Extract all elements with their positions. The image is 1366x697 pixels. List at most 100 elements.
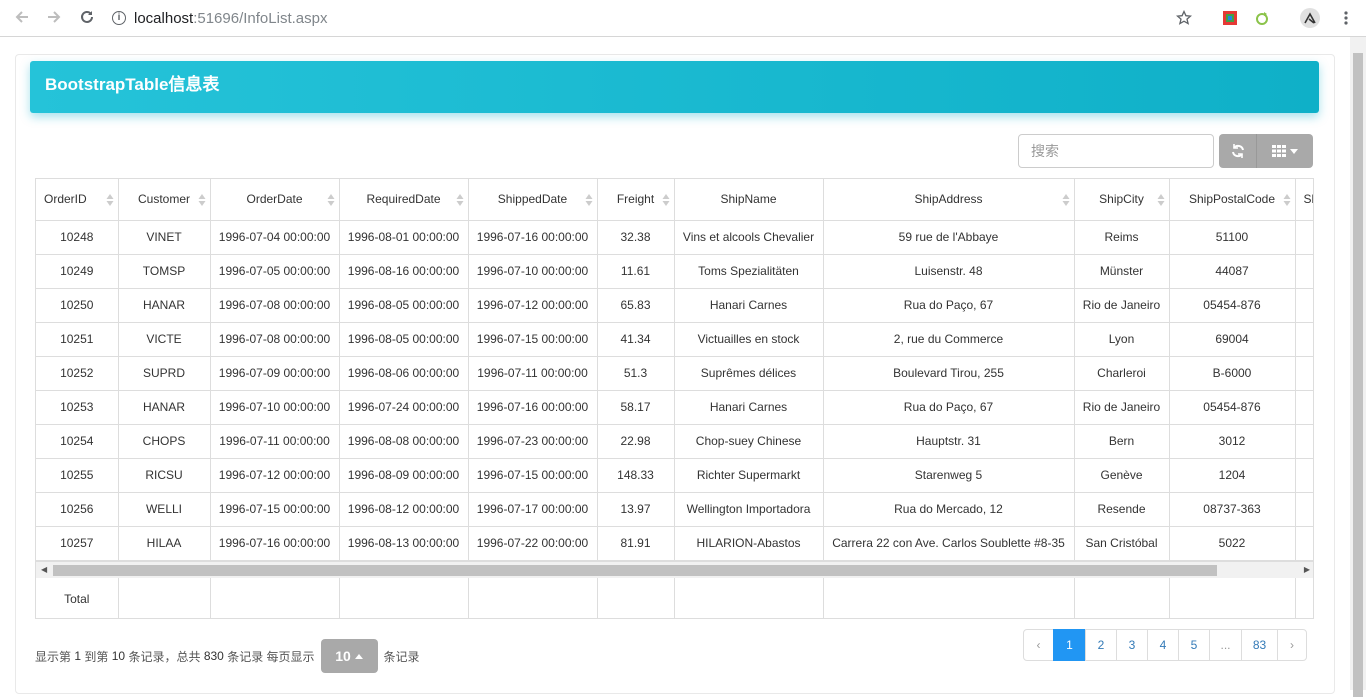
footer-cell: [823, 578, 1075, 618]
table-row[interactable]: 10251 VICTE 1996-07-08 00:00:00 1996-08-05 …: [36, 322, 1313, 357]
table-cell: 1996-07-12 00:00:00: [468, 288, 598, 323]
table-row[interactable]: 10256 WELLI 1996-07-15 00:00:00 1996-08-12 …: [36, 492, 1313, 527]
table-cell: Genève: [1074, 458, 1170, 493]
table-cell: 1996-07-10 00:00:00: [468, 254, 598, 289]
sort-icon: [456, 194, 463, 206]
table-cell: 1996-07-15 00:00:00: [468, 322, 598, 357]
page-button-83[interactable]: 83: [1241, 629, 1278, 661]
pagination-total: 830: [203, 649, 224, 663]
refresh-extension-icon[interactable]: [1250, 6, 1274, 30]
profile-avatar-icon[interactable]: [1298, 6, 1322, 30]
pagination-text: 显示第: [35, 649, 72, 664]
table-cell: 10250: [36, 288, 119, 323]
table-cell: 10254: [36, 424, 119, 459]
column-header[interactable]: ShipPostalCode: [1169, 179, 1296, 221]
sort-icon: [1157, 194, 1164, 206]
column-header[interactable]: ShipCity: [1074, 179, 1170, 221]
table-cell: Rua do Paço, 67: [823, 288, 1075, 323]
table-cell: 22.98: [597, 424, 675, 459]
table-cell: 1996-07-15 00:00:00: [468, 458, 598, 493]
table-row[interactable]: 10250 HANAR 1996-07-08 00:00:00 1996-08-05 …: [36, 288, 1313, 323]
table-row[interactable]: 10252 SUPRD 1996-07-09 00:00:00 1996-08-06 …: [36, 356, 1313, 391]
table-row[interactable]: 10257 HILAA 1996-07-16 00:00:00 1996-08-13 …: [36, 526, 1313, 561]
page-button-5[interactable]: 5: [1178, 629, 1210, 661]
table-cell: Boulevard Tirou, 255: [823, 356, 1075, 391]
column-header[interactable]: Sh: [1295, 179, 1313, 221]
table-horizontal-scrollbar[interactable]: ◀ ▶: [36, 561, 1313, 578]
column-header[interactable]: OrderID: [36, 179, 119, 221]
refresh-button[interactable]: [1219, 134, 1257, 168]
column-header-label: ShippedDate: [497, 192, 568, 207]
table-row[interactable]: 10249 TOMSP 1996-07-05 00:00:00 1996-08-16 …: [36, 254, 1313, 289]
extension-icon[interactable]: [1218, 6, 1242, 30]
column-header[interactable]: RequiredDate: [339, 179, 469, 221]
info-icon[interactable]: i: [112, 11, 126, 25]
table-cell: Luisenstr. 48: [823, 254, 1075, 289]
table-toolbar: [1219, 134, 1313, 168]
table-cell: 51100: [1169, 220, 1296, 255]
page-button-1[interactable]: 1: [1053, 629, 1086, 661]
pagination-from: 1: [74, 649, 82, 663]
table-row[interactable]: 10253 HANAR 1996-07-10 00:00:00 1996-07-24 …: [36, 390, 1313, 425]
page-prev-button[interactable]: ‹: [1023, 629, 1054, 661]
column-header[interactable]: Customer: [118, 179, 211, 221]
column-header[interactable]: ShipName: [674, 179, 824, 221]
table-cell: 81.91: [597, 526, 675, 561]
table-cell: Hanari Carnes: [674, 390, 824, 425]
table-row[interactable]: 10248 VINET 1996-07-04 00:00:00 1996-08-01 …: [36, 220, 1313, 255]
table-cell: 65.83: [597, 288, 675, 323]
page-button-4[interactable]: 4: [1147, 629, 1179, 661]
address-bar[interactable]: i localhost:51696/InfoList.aspx: [112, 6, 327, 30]
column-header[interactable]: Freight: [597, 179, 675, 221]
page-next-button[interactable]: ›: [1277, 629, 1307, 661]
page-button-3[interactable]: 3: [1116, 629, 1148, 661]
back-icon[interactable]: [12, 8, 32, 28]
table-cell: 1996-08-05 00:00:00: [339, 322, 469, 357]
table-row[interactable]: 10254 CHOPS 1996-07-11 00:00:00 1996-08-08 …: [36, 424, 1313, 459]
caret-up-icon: [354, 653, 363, 659]
scroll-left-icon[interactable]: ◀: [41, 565, 47, 574]
caret-down-icon: [1290, 148, 1298, 154]
table-cell: 1996-07-10 00:00:00: [210, 390, 340, 425]
column-header[interactable]: ShipAddress: [823, 179, 1075, 221]
page-size-dropdown[interactable]: 10: [320, 639, 378, 673]
table-cell: Charleroi: [1074, 356, 1170, 391]
forward-icon[interactable]: [44, 8, 64, 28]
table-cell: [1295, 288, 1313, 323]
table-row[interactable]: 10255 RICSU 1996-07-12 00:00:00 1996-08-09 …: [36, 458, 1313, 493]
footer-cell: [597, 578, 675, 618]
table-cell: 1996-07-08 00:00:00: [210, 322, 340, 357]
search-input[interactable]: [1018, 134, 1214, 168]
star-icon[interactable]: [1172, 6, 1196, 30]
table-cell: 3012: [1169, 424, 1296, 459]
footer-cell: [468, 578, 598, 618]
column-header[interactable]: ShippedDate: [468, 179, 598, 221]
column-header[interactable]: OrderDate: [210, 179, 340, 221]
page-scrollbar-thumb[interactable]: [1353, 53, 1363, 697]
footer-total-label: Total: [36, 578, 119, 618]
table-cell: 1996-07-24 00:00:00: [339, 390, 469, 425]
column-header-label: ShipPostalCode: [1188, 192, 1276, 207]
table-cell: 1996-07-12 00:00:00: [210, 458, 340, 493]
table-cell: TOMSP: [118, 254, 211, 289]
page-scrollbar[interactable]: [1350, 37, 1366, 697]
table-cell: 1996-08-08 00:00:00: [339, 424, 469, 459]
table-scrollbar-thumb[interactable]: [53, 565, 1217, 576]
table-cell: Lyon: [1074, 322, 1170, 357]
url-host: localhost: [134, 9, 194, 27]
reload-icon[interactable]: [77, 8, 97, 28]
pagination-text: 到第: [84, 649, 109, 664]
page-size-value: 10: [335, 648, 351, 664]
columns-toggle-button[interactable]: [1257, 134, 1313, 168]
menu-kebab-icon[interactable]: [1334, 6, 1358, 30]
table-cell: Rio de Janeiro: [1074, 288, 1170, 323]
table-cell: 1996-07-17 00:00:00: [468, 492, 598, 527]
table-cell: 10252: [36, 356, 119, 391]
table-cell: CHOPS: [118, 424, 211, 459]
scroll-right-icon[interactable]: ▶: [1304, 565, 1310, 574]
table-cell: Bern: [1074, 424, 1170, 459]
table-cell: 2, rue du Commerce: [823, 322, 1075, 357]
table-cell: WELLI: [118, 492, 211, 527]
page-button-2[interactable]: 2: [1085, 629, 1117, 661]
column-header-label: Freight: [616, 192, 655, 207]
